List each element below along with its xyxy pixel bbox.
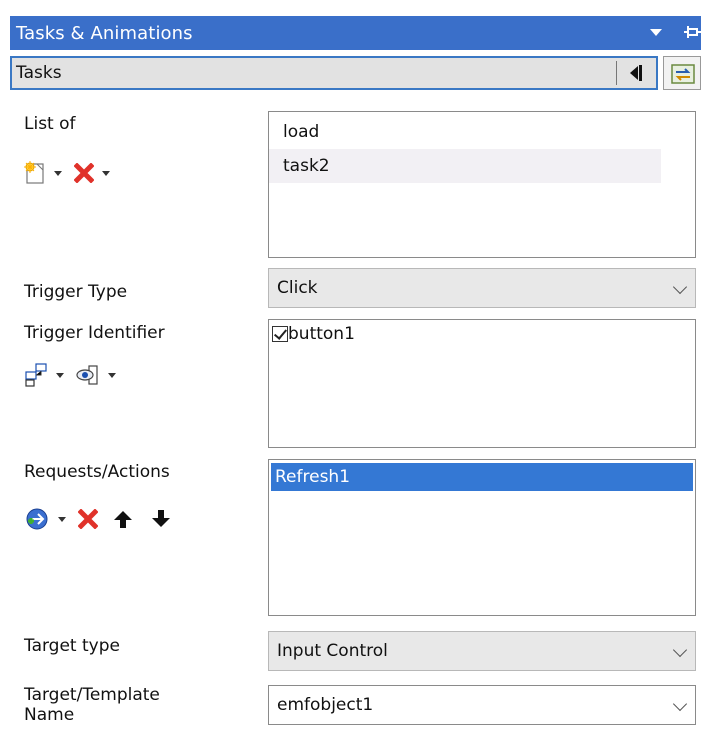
delete-task-icon[interactable]: [74, 163, 94, 183]
list-of-label: List of: [24, 114, 76, 134]
trigger-identifier-list[interactable]: button1: [268, 319, 696, 448]
hierarchy-icon[interactable]: [24, 363, 48, 387]
list-item[interactable]: load: [269, 115, 695, 149]
sync-icon: [671, 64, 695, 84]
list-item[interactable]: task2: [269, 149, 661, 183]
delete-task-dropdown-icon[interactable]: [102, 170, 110, 176]
target-name-value: emfobject1: [277, 695, 374, 715]
trigger-item[interactable]: button1: [269, 320, 695, 344]
chevron-down-icon: [672, 642, 688, 658]
move-up-icon[interactable]: [112, 509, 134, 529]
collapse-bar-icon: [639, 65, 642, 81]
chevron-down-icon: [672, 279, 688, 295]
trigger-type-select[interactable]: Click: [268, 268, 696, 308]
task-list[interactable]: load task2: [268, 111, 696, 258]
panel-menu-dropdown-icon[interactable]: [650, 29, 662, 36]
requests-actions-list[interactable]: Refresh1: [268, 459, 696, 616]
hierarchy-dropdown-icon[interactable]: [56, 372, 64, 378]
target-name-label: Target/Template Name: [24, 685, 160, 725]
list-item-selected[interactable]: Refresh1: [271, 463, 693, 491]
combo-separator: [616, 61, 617, 85]
target-name-select[interactable]: emfobject1: [268, 685, 696, 725]
list-of-toolbar: [24, 160, 122, 186]
add-action-dropdown-icon[interactable]: [58, 516, 66, 522]
top-gap: [0, 0, 701, 12]
trigger-item-checkbox[interactable]: [272, 326, 288, 342]
trigger-identifier-toolbar: [24, 362, 128, 388]
task-category-combo[interactable]: Tasks: [10, 56, 658, 90]
pin-icon[interactable]: [684, 25, 701, 41]
trigger-identifier-label: Trigger Identifier: [24, 323, 165, 343]
target-type-label: Target type: [24, 636, 120, 656]
target-type-value: Input Control: [277, 641, 388, 661]
chevron-down-icon: [672, 696, 688, 712]
visibility-dropdown-icon[interactable]: [108, 372, 116, 378]
trigger-type-label: Trigger Type: [24, 282, 128, 302]
requests-actions-toolbar: [24, 506, 172, 532]
panel-title: Tasks & Animations: [16, 22, 193, 44]
target-name-label-line2: Name: [24, 705, 75, 725]
target-name-label-line1: Target/Template: [24, 685, 160, 705]
trigger-item-label: button1: [288, 324, 355, 344]
task-category-value: Tasks: [16, 63, 62, 83]
panel-title-bar: Tasks & Animations: [10, 16, 701, 50]
add-action-icon[interactable]: [24, 507, 50, 531]
new-task-dropdown-icon[interactable]: [54, 170, 62, 176]
visibility-icon[interactable]: [76, 363, 100, 387]
move-down-icon[interactable]: [150, 509, 172, 529]
sync-button[interactable]: [663, 56, 701, 90]
new-task-icon[interactable]: [24, 161, 46, 185]
requests-actions-label: Requests/Actions: [24, 462, 170, 482]
collapse-arrow-icon[interactable]: [630, 66, 638, 80]
target-type-select[interactable]: Input Control: [268, 631, 696, 671]
delete-action-icon[interactable]: [78, 509, 98, 529]
trigger-type-value: Click: [277, 278, 318, 298]
